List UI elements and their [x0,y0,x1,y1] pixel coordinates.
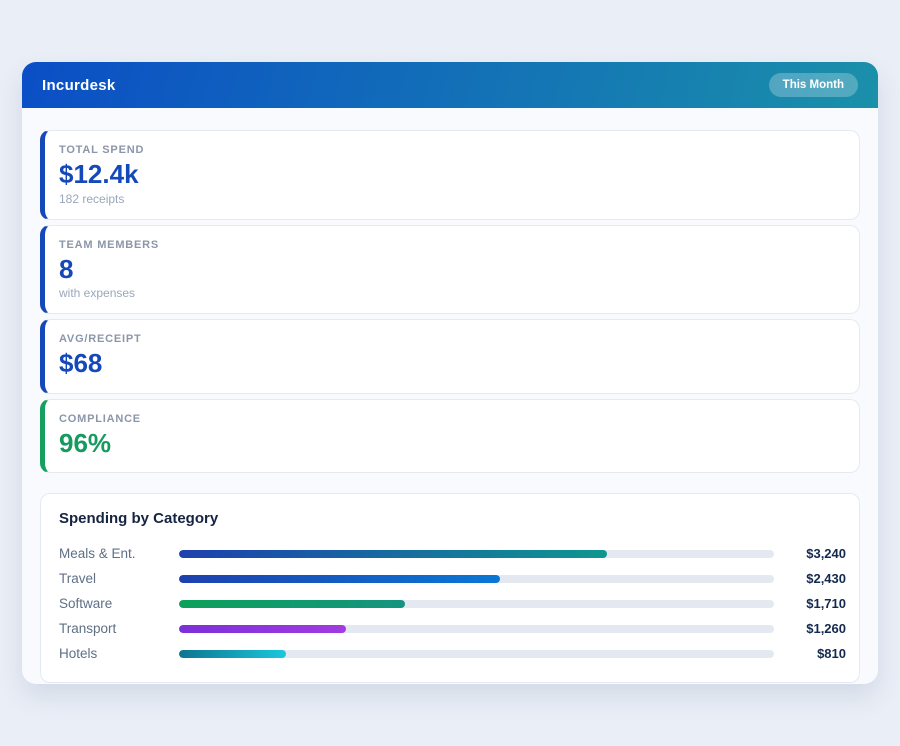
category-label: Software [59,596,179,611]
bar-track [179,625,774,633]
category-label: Travel [59,571,179,586]
app-title: Incurdesk [42,77,116,94]
category-row: Hotels $810 [59,641,846,666]
category-label: Meals & Ent. [59,546,179,561]
section-title: Spending by Category [59,510,846,527]
category-value: $3,240 [784,546,846,561]
bar-fill [179,650,286,658]
stat-subtext: 182 receipts [59,192,841,206]
stat-card: COMPLIANCE 96% [40,399,860,474]
stat-card: AVG/RECEIPT $68 [40,319,860,394]
bar-fill [179,575,500,583]
stat-value: $12.4k [59,158,841,191]
stat-subtext: with expenses [59,286,841,300]
period-badge[interactable]: This Month [769,73,858,97]
stat-card: TOTAL SPEND $12.4k 182 receipts [40,130,860,220]
bar-fill [179,550,607,558]
category-row: Meals & Ent. $3,240 [59,541,846,566]
stat-card: TEAM MEMBERS 8 with expenses [40,225,860,315]
stat-label: COMPLIANCE [59,413,841,425]
bar-fill [179,600,405,608]
main-content: TOTAL SPEND $12.4k 182 receipts TEAM MEM… [22,108,878,684]
stat-value: $68 [59,347,841,380]
category-value: $1,710 [784,596,846,611]
category-label: Hotels [59,646,179,661]
bar-track [179,650,774,658]
stat-label: AVG/RECEIPT [59,333,841,345]
stat-value: 96% [59,427,841,460]
stat-card-list: TOTAL SPEND $12.4k 182 receipts TEAM MEM… [40,130,860,473]
dashboard-panel: Incurdesk This Month TOTAL SPEND $12.4k … [22,62,878,684]
category-value: $2,430 [784,571,846,586]
bar-track [179,600,774,608]
stat-label: TOTAL SPEND [59,144,841,156]
app-header: Incurdesk This Month [22,62,878,108]
category-bar-chart: Meals & Ent. $3,240 Travel $2,430 Softwa… [59,541,846,666]
category-row: Software $1,710 [59,591,846,616]
bar-fill [179,625,346,633]
category-row: Travel $2,430 [59,566,846,591]
category-value: $810 [784,646,846,661]
spending-by-category-card: Spending by Category Meals & Ent. $3,240… [40,493,860,683]
category-value: $1,260 [784,621,846,636]
bar-track [179,575,774,583]
stat-value: 8 [59,253,841,286]
category-label: Transport [59,621,179,636]
bar-track [179,550,774,558]
stat-label: TEAM MEMBERS [59,239,841,251]
category-row: Transport $1,260 [59,616,846,641]
